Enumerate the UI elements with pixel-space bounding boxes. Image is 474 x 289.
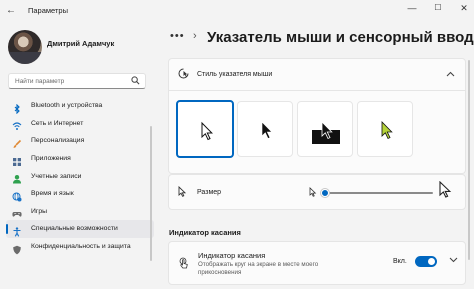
wifi-icon — [12, 118, 22, 131]
sidebar-item-label: Учетные записи — [31, 172, 82, 180]
search-input[interactable]: Найти параметр — [8, 73, 146, 89]
chevron-down-icon[interactable] — [449, 256, 458, 265]
search-icon — [131, 76, 140, 87]
touch-indicator-icon — [178, 257, 189, 271]
breadcrumb-overflow-button[interactable]: ••• — [170, 30, 185, 42]
pointer-style-black-option[interactable] — [237, 101, 293, 157]
shield-icon — [12, 242, 22, 254]
page-title: Указатель мыши и сенсорный ввод — [207, 29, 474, 46]
main-content: ••• › Указатель мыши и сенсорный ввод Ст… — [160, 20, 474, 289]
toggle-knob — [428, 258, 435, 265]
custom-color-pointer-icon — [381, 121, 393, 140]
maximize-button[interactable]: ☐ — [431, 3, 445, 12]
sidebar-item-label: Персонализация — [31, 137, 85, 145]
touch-indicator-title: Индикатор касания — [198, 251, 266, 260]
pointer-icon — [178, 185, 187, 199]
sidebar-item-personalization[interactable]: Персонализация — [6, 132, 154, 150]
touch-indicator-description: Отображать круг на экране в месте моего … — [198, 261, 319, 276]
user-name: Дмитрий Адамчук — [47, 39, 115, 48]
sidebar-item-network[interactable]: Сеть и Интернет — [6, 115, 154, 133]
search-placeholder: Найти параметр — [15, 78, 65, 85]
pointer-style-white-option[interactable] — [176, 100, 234, 158]
sidebar-item-label: Конфиденциальность и защита — [31, 243, 131, 251]
sidebar-item-label: Bluetooth и устройства — [31, 102, 103, 110]
sidebar-item-accessibility[interactable]: Специальные возможности — [6, 220, 154, 238]
sidebar-item-time-language[interactable]: Время и язык — [6, 185, 154, 203]
sidebar-item-accounts[interactable]: Учетные записи — [6, 167, 154, 185]
sidebar-item-apps[interactable]: Приложения — [6, 150, 154, 168]
bluetooth-icon — [12, 101, 22, 115]
small-pointer-icon — [309, 187, 317, 199]
sidebar-item-privacy[interactable]: Конфиденциальность и защита — [6, 238, 154, 256]
pointer-style-inverted-option[interactable] — [297, 101, 353, 157]
gamepad-icon — [12, 206, 22, 218]
app-title: Параметры — [28, 6, 68, 15]
touch-indicator-toggle[interactable] — [415, 256, 437, 267]
accessibility-icon — [12, 224, 22, 237]
pointer-style-custom-option[interactable] — [357, 101, 413, 157]
size-label: Размер — [197, 189, 222, 196]
avatar[interactable] — [8, 30, 42, 64]
close-button[interactable]: ✕ — [457, 3, 471, 14]
sidebar-item-gaming[interactable]: Игры — [6, 203, 154, 221]
sidebar-item-label: Приложения — [31, 155, 71, 163]
sidebar-scrollbar[interactable] — [150, 126, 152, 261]
sidebar-item-bluetooth[interactable]: Bluetooth и устройства — [6, 97, 154, 115]
inverted-pointer-icon — [312, 121, 340, 144]
touch-section-title: Индикатор касания — [169, 228, 241, 237]
pointer-style-header[interactable]: Стиль указателя мыши — [168, 58, 466, 91]
brush-icon — [12, 136, 22, 148]
main-scrollbar[interactable] — [468, 60, 470, 260]
settings-window: ← Параметры — ☐ ✕ Дмитрий Адамчук Найти … — [0, 0, 474, 289]
back-button[interactable]: ← — [6, 5, 16, 16]
breadcrumb-chevron-icon: › — [193, 30, 197, 42]
sidebar-item-label: Специальные возможности — [31, 225, 118, 233]
mouse-pointer-style-icon — [178, 68, 189, 81]
toggle-state-label: Вкл. — [393, 258, 407, 265]
black-pointer-icon — [261, 121, 273, 139]
large-pointer-icon — [439, 180, 452, 200]
person-icon — [12, 171, 22, 184]
apps-icon — [12, 154, 22, 166]
globe-clock-icon — [12, 189, 22, 202]
minimize-button[interactable]: — — [405, 3, 419, 13]
size-slider-track[interactable] — [327, 192, 433, 194]
title-bar: ← Параметры — ☐ ✕ — [0, 0, 474, 20]
chevron-up-icon[interactable] — [446, 70, 455, 79]
sidebar-item-label: Игры — [31, 207, 48, 215]
pointer-style-label: Стиль указателя мыши — [197, 71, 273, 78]
sidebar-nav: Bluetooth и устройства Сеть и Интернет П… — [6, 97, 154, 255]
size-slider-thumb[interactable] — [321, 189, 329, 197]
sidebar: Дмитрий Адамчук Найти параметр Bluetooth… — [0, 20, 160, 289]
sidebar-item-label: Сеть и Интернет — [31, 119, 84, 127]
sidebar-item-label: Время и язык — [31, 190, 74, 198]
white-pointer-icon — [201, 121, 213, 141]
